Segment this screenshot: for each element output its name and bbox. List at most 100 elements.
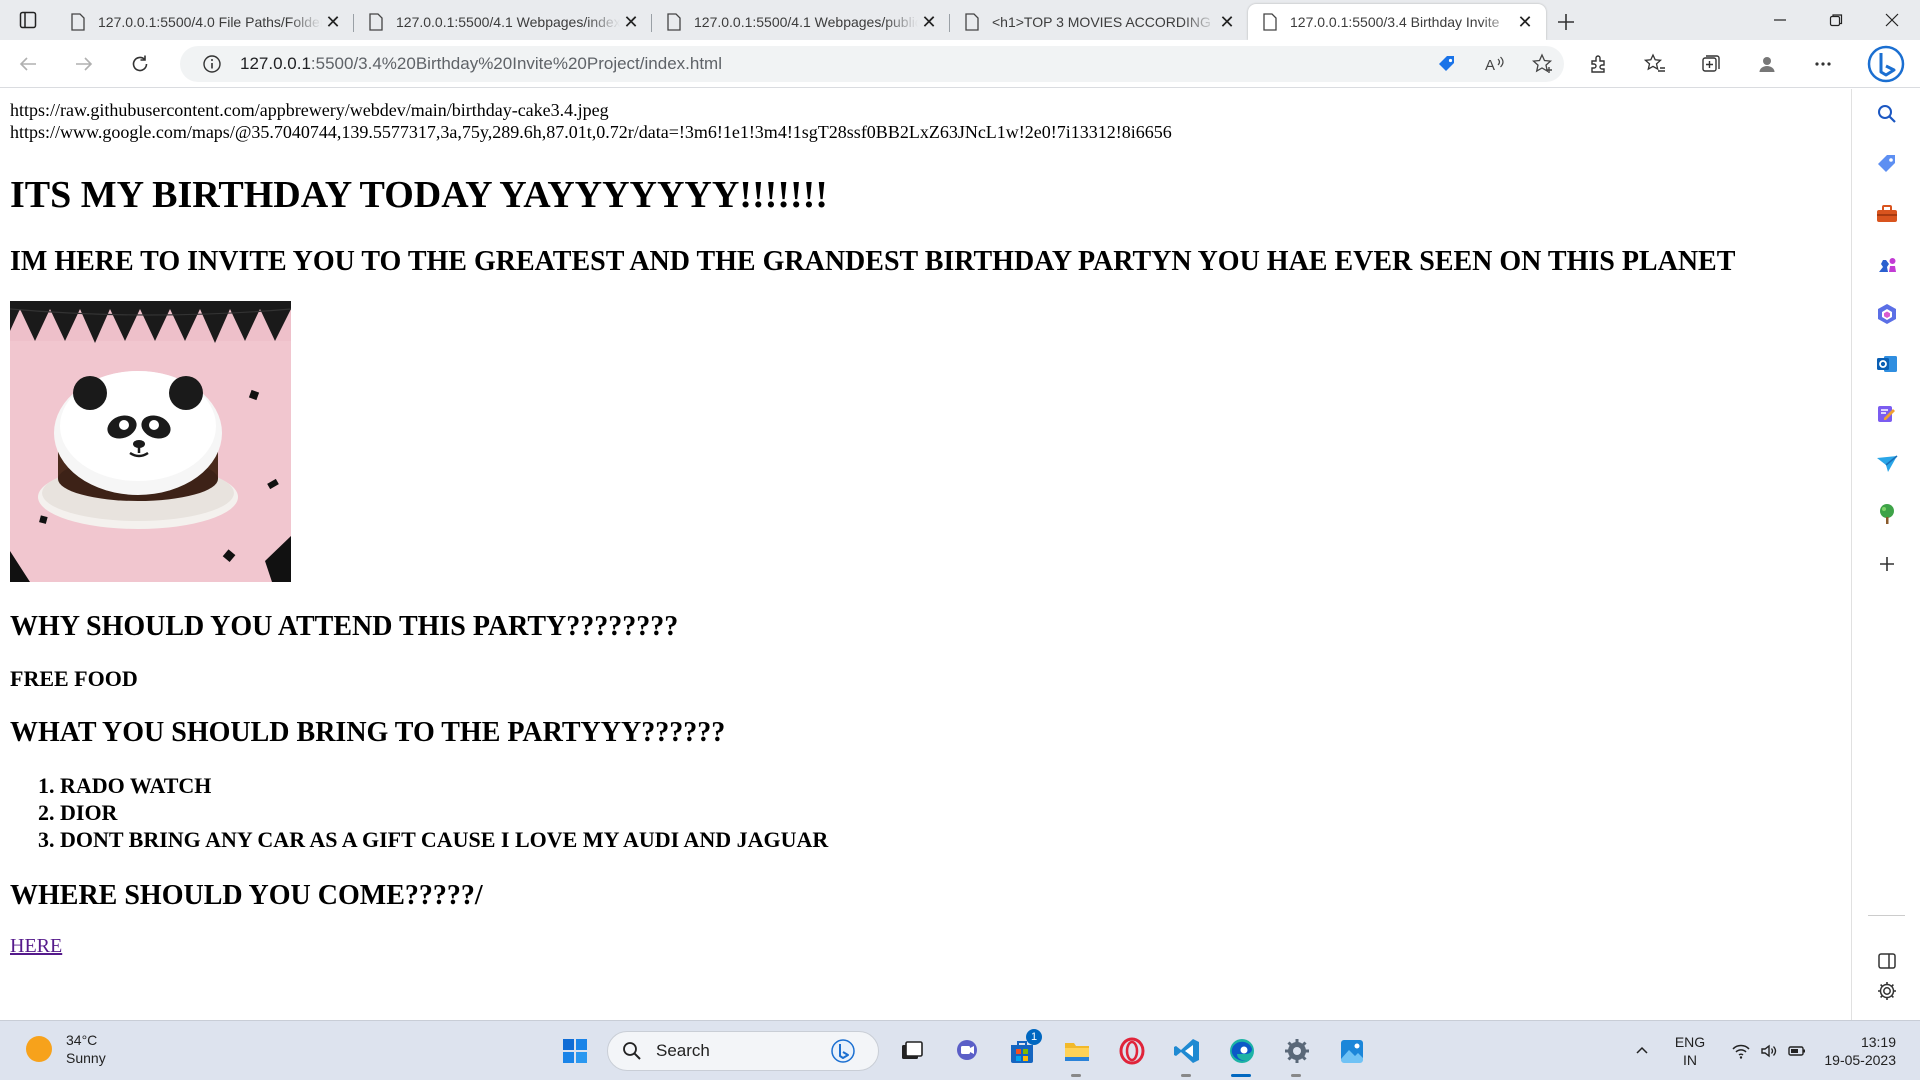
weather-temperature: 34°C bbox=[66, 1032, 98, 1048]
running-indicator bbox=[1291, 1074, 1301, 1077]
close-tab-button[interactable]: ✕ bbox=[918, 11, 940, 33]
toolbox-icon bbox=[1876, 205, 1897, 222]
favorites-button[interactable] bbox=[1627, 40, 1683, 88]
profile-button[interactable] bbox=[1739, 40, 1795, 88]
page-icon bbox=[667, 13, 681, 31]
tab-title: 127.0.0.1:5500/4.0 File Paths/Folder bbox=[98, 14, 322, 30]
tab-3[interactable]: <h1>TOP 3 MOVIES ACCORDING ✕ bbox=[950, 4, 1248, 40]
page-icon bbox=[71, 13, 85, 31]
taskbar-search-box[interactable]: Search bbox=[607, 1031, 879, 1071]
tab-1[interactable]: 127.0.0.1:5500/4.1 Webpages/index ✕ bbox=[354, 4, 652, 40]
running-indicator-active bbox=[1231, 1074, 1251, 1077]
browser-toolbar: 127.0.0.1:5500/3.4%20Birthday%20Invite%2… bbox=[0, 40, 1920, 88]
close-tab-button[interactable]: ✕ bbox=[1216, 11, 1238, 33]
edge-button[interactable] bbox=[1219, 1029, 1264, 1077]
page-viewport: https://raw.githubusercontent.com/appbre… bbox=[0, 89, 1851, 1020]
office-icon bbox=[1877, 304, 1896, 324]
close-tab-button[interactable]: ✕ bbox=[1514, 11, 1536, 33]
restore-button[interactable] bbox=[1808, 0, 1864, 40]
sidebar-outlook-button[interactable] bbox=[1852, 344, 1920, 384]
forward-button[interactable] bbox=[56, 40, 112, 88]
weather-description: Sunny bbox=[66, 1050, 106, 1066]
page-icon bbox=[965, 13, 979, 31]
back-button[interactable] bbox=[0, 40, 56, 88]
add-favorite-icon[interactable] bbox=[1532, 53, 1554, 75]
refresh-icon bbox=[132, 55, 148, 71]
show-hidden-icons-button[interactable] bbox=[1622, 1043, 1662, 1059]
list-item: DONT BRING ANY CAR AS A GIFT CAUSE I LOV… bbox=[60, 826, 1841, 853]
sidebar-search-button[interactable] bbox=[1852, 94, 1920, 134]
sidebar-shopping-button[interactable] bbox=[1852, 144, 1920, 184]
collections-button[interactable] bbox=[1683, 40, 1739, 88]
url-host: 127.0.0.1 bbox=[240, 54, 311, 73]
plus-icon bbox=[1558, 14, 1574, 30]
bing-chat-button[interactable] bbox=[1851, 40, 1920, 88]
sidebar-tree-button[interactable] bbox=[1852, 494, 1920, 534]
sidebar-m365-button[interactable] bbox=[1852, 294, 1920, 334]
location-link[interactable]: HERE bbox=[10, 935, 62, 957]
start-button[interactable] bbox=[552, 1029, 597, 1073]
system-tray: ENG IN 13:19 19-05-2023 bbox=[1622, 1021, 1920, 1080]
edge-icon bbox=[1229, 1039, 1254, 1063]
settings-menu-button[interactable] bbox=[1795, 40, 1851, 88]
quick-settings-button[interactable] bbox=[1718, 1042, 1820, 1060]
battery-icon bbox=[1788, 1046, 1805, 1056]
task-view-button[interactable] bbox=[889, 1029, 934, 1073]
tab-4-active[interactable]: 127.0.0.1:5500/3.4 Birthday Invite ✕ bbox=[1248, 4, 1546, 40]
address-bar[interactable]: 127.0.0.1:5500/3.4%20Birthday%20Invite%2… bbox=[180, 46, 1564, 82]
language-code: ENG bbox=[1674, 1034, 1706, 1050]
region-code: IN bbox=[1683, 1052, 1697, 1068]
running-indicator bbox=[1071, 1074, 1081, 1077]
tab-actions-icon bbox=[19, 11, 37, 29]
extensions-button[interactable] bbox=[1571, 40, 1627, 88]
teams-chat-button[interactable] bbox=[944, 1029, 989, 1073]
sidebar-add-button[interactable] bbox=[1852, 544, 1920, 584]
file-explorer-button[interactable] bbox=[1054, 1029, 1099, 1077]
collections-icon bbox=[1702, 55, 1720, 72]
close-tab-button[interactable]: ✕ bbox=[620, 11, 642, 33]
photos-button[interactable] bbox=[1329, 1029, 1374, 1073]
refresh-button[interactable] bbox=[112, 40, 168, 88]
read-aloud-icon[interactable]: A bbox=[1484, 53, 1506, 75]
minimize-icon bbox=[1774, 19, 1786, 21]
photos-icon bbox=[1340, 1040, 1363, 1063]
tab-2[interactable]: 127.0.0.1:5500/4.1 Webpages/public ✕ bbox=[652, 4, 950, 40]
outlook-icon bbox=[1876, 356, 1897, 372]
more-dots-icon bbox=[1815, 62, 1831, 66]
close-tab-button[interactable]: ✕ bbox=[322, 11, 344, 33]
shopping-tag-icon bbox=[1877, 155, 1895, 172]
restore-icon bbox=[1829, 14, 1843, 27]
minimize-button[interactable] bbox=[1752, 0, 1808, 40]
folder-icon bbox=[1064, 1043, 1089, 1061]
sidebar-tools-button[interactable] bbox=[1852, 194, 1920, 234]
tab-title: 127.0.0.1:5500/4.1 Webpages/index bbox=[396, 14, 620, 30]
map-url-text: https://www.google.com/maps/@35.7040744,… bbox=[10, 122, 1172, 142]
vscode-button[interactable] bbox=[1164, 1029, 1209, 1077]
settings-app-button[interactable] bbox=[1274, 1029, 1319, 1077]
sidebar-drop-button[interactable] bbox=[1852, 444, 1920, 484]
sidebar-games-button[interactable] bbox=[1852, 244, 1920, 284]
tab-actions-button[interactable] bbox=[0, 0, 56, 40]
sidebar-designer-button[interactable] bbox=[1852, 394, 1920, 434]
shopping-tag-icon[interactable] bbox=[1436, 53, 1458, 75]
list-item: RADO WATCH bbox=[60, 772, 1841, 799]
clock-date: 19-05-2023 bbox=[1824, 1052, 1896, 1068]
close-window-button[interactable] bbox=[1864, 0, 1920, 40]
tab-0[interactable]: 127.0.0.1:5500/4.0 File Paths/Folder ✕ bbox=[56, 4, 354, 40]
svg-text:A: A bbox=[1485, 57, 1495, 74]
search-icon bbox=[1877, 105, 1896, 123]
language-indicator[interactable]: ENG IN bbox=[1662, 1033, 1718, 1069]
search-icon bbox=[623, 1042, 641, 1060]
sidebar-settings-button[interactable] bbox=[1852, 971, 1920, 1011]
volume-icon bbox=[1761, 1044, 1777, 1058]
tab-title: <h1>TOP 3 MOVIES ACCORDING bbox=[992, 14, 1211, 30]
info-icon[interactable] bbox=[202, 54, 222, 74]
weather-widget[interactable]: 34°C Sunny bbox=[26, 1031, 106, 1067]
back-arrow-icon bbox=[19, 56, 36, 71]
opera-button[interactable] bbox=[1109, 1029, 1154, 1073]
why-answer: FREE FOOD bbox=[10, 666, 138, 691]
store-button[interactable]: 1 bbox=[999, 1029, 1044, 1073]
address-bar-actions: A bbox=[1436, 46, 1554, 82]
new-tab-button[interactable] bbox=[1546, 4, 1586, 40]
clock[interactable]: 13:19 19-05-2023 bbox=[1820, 1033, 1920, 1069]
